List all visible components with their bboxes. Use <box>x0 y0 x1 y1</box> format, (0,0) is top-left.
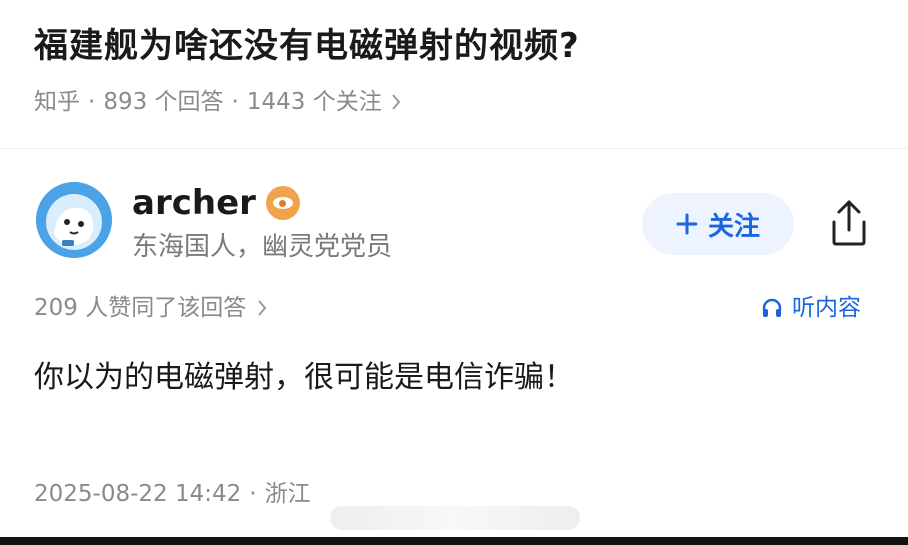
share-button[interactable] <box>826 196 872 250</box>
meta-separator: · <box>249 481 257 507</box>
answer-location: 浙江 <box>264 481 311 507</box>
answers-count: 893 个回答 <box>103 89 224 115</box>
source-label: 知乎 <box>34 89 80 115</box>
plus-icon <box>676 213 698 235</box>
question-title[interactable]: 福建舰为啥还没有电磁弹射的视频? <box>34 20 580 72</box>
avatar-image <box>36 182 112 258</box>
author-name[interactable]: archer <box>132 178 256 228</box>
author-name-row[interactable]: archer <box>132 178 300 228</box>
watermark <box>330 506 580 530</box>
avatar[interactable] <box>36 182 112 258</box>
answer-date: 2025-08-22 14:42 <box>34 481 242 507</box>
headphones-icon <box>762 298 782 317</box>
answer-footer: 2025-08-22 14:42 · 浙江 <box>34 477 311 511</box>
divider <box>0 148 908 149</box>
likes-row[interactable]: 209 人赞同了该回答 <box>34 291 268 325</box>
answer-content: 你以为的电磁弹射，很可能是电信诈骗！ <box>34 360 574 395</box>
follow-label: 关注 <box>707 211 760 242</box>
meta-separator: · <box>231 89 239 115</box>
share-icon <box>832 200 866 246</box>
verified-badge-icon <box>265 186 300 220</box>
follow-button[interactable]: 关注 <box>642 193 794 255</box>
followers-count: 1443 个关注 <box>246 89 382 115</box>
listen-button[interactable]: 听内容 <box>760 291 861 325</box>
meta-separator: · <box>88 89 96 115</box>
bottom-edge <box>0 537 908 545</box>
listen-label: 听内容 <box>792 295 861 321</box>
likes-text: 209 人赞同了该回答 <box>34 295 247 321</box>
question-meta[interactable]: 知乎 · 893 个回答 · 1443 个关注 <box>34 86 402 118</box>
author-bio: 东海国人，幽灵党党员 <box>132 232 393 262</box>
chevron-right-icon <box>258 300 267 316</box>
chevron-right-icon <box>391 94 401 110</box>
